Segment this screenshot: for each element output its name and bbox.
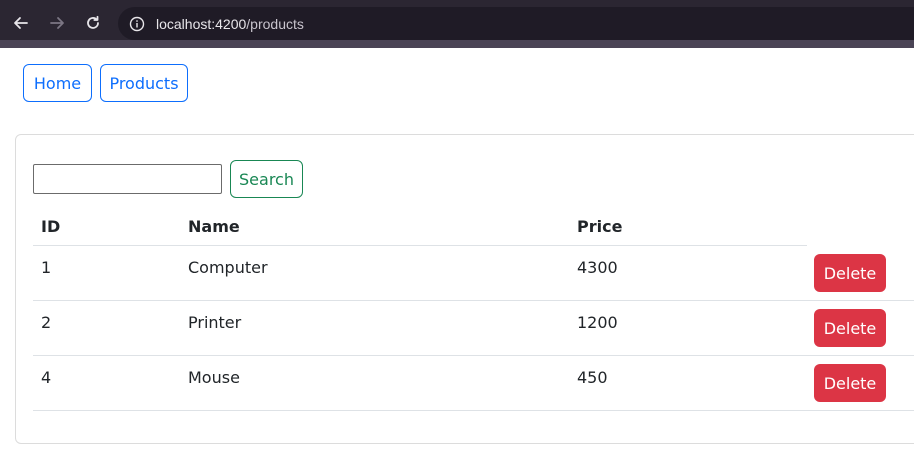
cell-id: 4	[41, 368, 52, 387]
table-header: ID Name Price	[33, 208, 914, 246]
reload-button[interactable]	[80, 10, 106, 36]
cell-id: 1	[41, 258, 52, 277]
header-name: Name	[188, 217, 240, 236]
header-id: ID	[41, 217, 61, 236]
top-navigation: Home Products	[23, 64, 188, 102]
table-row: 4 Mouse 450 Delete	[33, 356, 914, 411]
info-icon	[129, 16, 145, 31]
address-bar[interactable]: localhost:4200/products	[118, 7, 914, 40]
search-button[interactable]: Search	[230, 160, 303, 198]
url-path: /products	[246, 15, 304, 32]
site-info-button[interactable]	[126, 13, 148, 35]
arrow-left-icon	[14, 17, 28, 29]
products-card: Search ID Name Price 1 Computer 4300 Del…	[15, 134, 914, 444]
delete-button[interactable]: Delete	[814, 309, 886, 347]
cell-price: 450	[577, 368, 608, 387]
browser-toolbar: localhost:4200/products	[0, 0, 914, 48]
home-button[interactable]: Home	[23, 64, 92, 102]
products-button[interactable]: Products	[100, 64, 188, 102]
back-button[interactable]	[8, 10, 34, 36]
table-row: 1 Computer 4300 Delete	[33, 246, 914, 301]
arrow-right-icon	[50, 17, 64, 29]
cell-price: 1200	[577, 313, 618, 332]
browser-toolbar-strip	[0, 40, 914, 48]
search-form: Search	[33, 160, 303, 198]
row-divider	[33, 410, 914, 411]
delete-button[interactable]: Delete	[814, 254, 886, 292]
cell-name: Printer	[188, 313, 242, 332]
cell-name: Computer	[188, 258, 268, 277]
search-input[interactable]	[33, 164, 222, 194]
header-price: Price	[577, 217, 623, 236]
cell-price: 4300	[577, 258, 618, 277]
table-row: 2 Printer 1200 Delete	[33, 301, 914, 356]
products-table: ID Name Price 1 Computer 4300 Delete 2 P…	[33, 208, 914, 411]
cell-name: Mouse	[188, 368, 240, 387]
url-text: localhost:4200/products	[156, 16, 304, 32]
reload-icon	[87, 15, 99, 29]
cell-id: 2	[41, 313, 52, 332]
delete-button[interactable]: Delete	[814, 364, 886, 402]
url-host: localhost:4200	[156, 15, 247, 32]
forward-button[interactable]	[44, 10, 70, 36]
